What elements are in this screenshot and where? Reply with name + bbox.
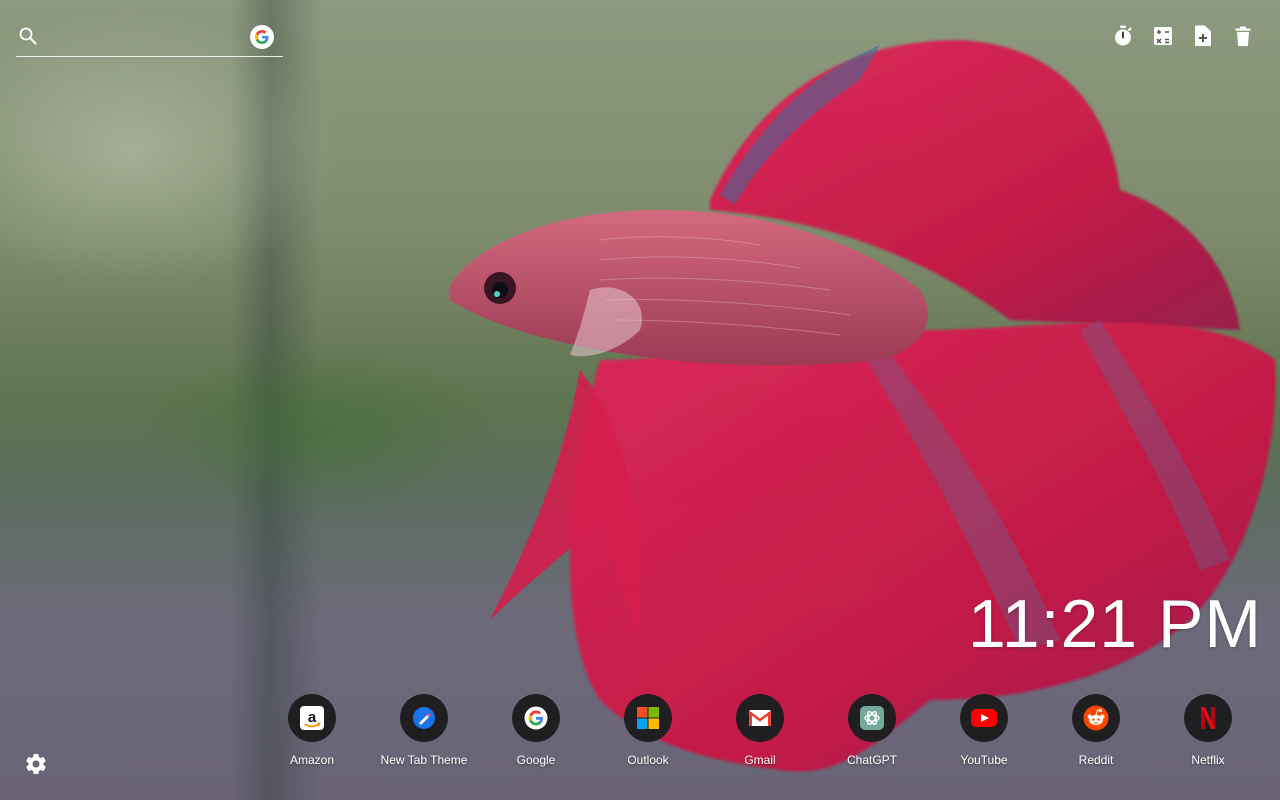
- wallpaper: [0, 0, 1280, 800]
- shortcut-google[interactable]: Google: [480, 694, 592, 767]
- calculator-icon[interactable]: [1152, 24, 1174, 48]
- google-icon: [512, 694, 560, 742]
- trash-icon[interactable]: [1232, 24, 1254, 48]
- shortcut-gmail[interactable]: Gmail: [704, 694, 816, 767]
- amazon-icon: a: [288, 694, 336, 742]
- shortcut-label: ChatGPT: [846, 753, 897, 767]
- timer-icon[interactable]: [1112, 24, 1134, 48]
- shortcut-new-tab-theme[interactable]: New Tab Theme: [368, 694, 480, 767]
- clock: 11:21 PM: [967, 586, 1262, 662]
- chatgpt-icon: [848, 694, 896, 742]
- add-note-icon[interactable]: [1192, 24, 1214, 48]
- google-search-engine-icon[interactable]: [250, 25, 274, 49]
- shortcut-outlook[interactable]: Outlook: [592, 694, 704, 767]
- shortcut-bar: a Amazon New Tab Theme Google Outlook Gm…: [256, 694, 1264, 767]
- shortcut-label: Outlook: [627, 753, 669, 767]
- new-tab-theme-icon: [400, 694, 448, 742]
- search-bar: [16, 20, 283, 57]
- shortcut-netflix[interactable]: Netflix: [1152, 694, 1264, 767]
- shortcut-youtube[interactable]: YouTube: [928, 694, 1040, 767]
- shortcut-label: Amazon: [289, 753, 335, 767]
- shortcut-label: Gmail: [744, 753, 776, 767]
- shortcut-amazon[interactable]: a Amazon: [256, 694, 368, 767]
- microsoft-icon: [624, 694, 672, 742]
- svg-text:a: a: [308, 709, 317, 726]
- gmail-icon: [736, 694, 784, 742]
- toolbar: [1112, 24, 1254, 48]
- search-icon[interactable]: [18, 26, 38, 46]
- gear-icon[interactable]: [24, 752, 48, 776]
- shortcut-label: Google: [516, 753, 556, 767]
- shortcut-label: New Tab Theme: [380, 753, 468, 767]
- youtube-icon: [960, 694, 1008, 742]
- shortcut-reddit[interactable]: Reddit: [1040, 694, 1152, 767]
- shortcut-label: Netflix: [1191, 753, 1225, 767]
- shortcut-chatgpt[interactable]: ChatGPT: [816, 694, 928, 767]
- betta-fish-illustration: [450, 40, 1276, 772]
- shortcut-label: YouTube: [960, 753, 1008, 767]
- shortcut-label: Reddit: [1078, 753, 1114, 767]
- reddit-icon: [1072, 694, 1120, 742]
- netflix-icon: [1184, 694, 1232, 742]
- search-input[interactable]: [50, 24, 254, 52]
